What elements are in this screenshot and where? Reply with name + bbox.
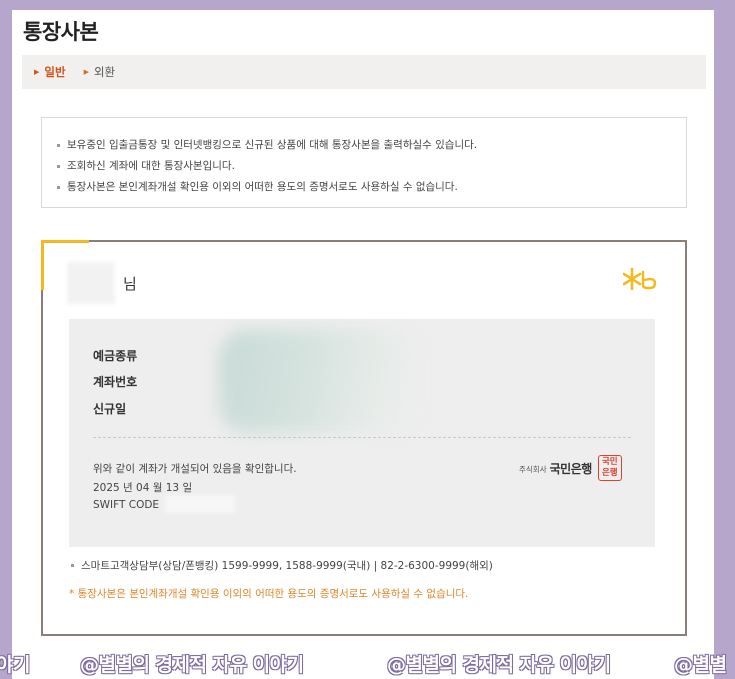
tab-bar: ▶ 일반 ▶ 외환 [22, 55, 706, 89]
tab-general[interactable]: ▶ 일반 [34, 64, 66, 80]
bank-seal: 국민 은행 [597, 455, 622, 481]
seal-line: 국민 [601, 457, 618, 467]
account-number-label: 계좌번호 [93, 375, 138, 389]
dashed-divider [93, 437, 631, 438]
watermark-text: @별별 [674, 654, 727, 676]
tab-foreign-exchange-label: 외환 [93, 65, 116, 79]
watermark-text: @별별의 경제적 자유 이야기 [387, 654, 611, 676]
kb-logo-icon [623, 268, 657, 290]
deposit-type-label: 예금종류 [93, 349, 138, 363]
bank-name: 국민은행 [549, 461, 593, 476]
confirmation-text: 위와 같이 계좌가 개설되어 있음을 확인합니다. [93, 463, 297, 475]
certificate-details: 예금종류 계좌번호 신규일 위와 같이 계좌가 개설되어 있음을 확인합니다. … [69, 319, 655, 547]
bankbook-certificate: 님 예금종류 계좌번호 신규일 위와 같이 계좌가 개설되어 있음을 확인합니다… [41, 240, 687, 636]
page-title: 통장사본 [23, 20, 99, 44]
notice-box: 보유중인 입출금통장 및 인터넷뱅킹으로 신규된 상품에 대해 통장사본을 출력… [41, 117, 687, 208]
contact-info: 스마트고객상담부(상담/폰뱅킹) 1599-9999, 1588-9999(국내… [71, 558, 493, 573]
content-panel: 통장사본 ▶ 일반 ▶ 외환 보유중인 입출금통장 및 인터넷뱅킹으로 신규된 … [12, 10, 714, 679]
bank-stamp: 주식회사 국민은행 국민 은행 [519, 455, 622, 481]
corp-prefix: 주식회사 [519, 465, 547, 474]
tab-foreign-exchange[interactable]: ▶ 외환 [84, 64, 116, 80]
seal-line: 은행 [601, 468, 618, 478]
notice-item: 조회하신 계좌에 대한 통장사본입니다. [57, 156, 686, 177]
watermark: 야기 @별별의 경제적 자유 이야기 @별별의 경제적 자유 이야기 @별별 [0, 650, 735, 679]
notice-item: 통장사본은 본인계좌개설 확인용 이외의 어떠한 용도의 증명서로도 사용하실 … [57, 177, 686, 198]
usage-warning: * 통장사본은 본인계좌개설 확인용 이외의 어떠한 용도의 증명서로도 사용하… [69, 588, 469, 600]
redacted-account-info [219, 329, 419, 433]
redacted-name [67, 262, 115, 304]
swift-code-label: SWIFT CODE [93, 499, 160, 511]
issue-date: 2025 년 04 월 13 일 [93, 482, 193, 494]
tab-general-label: 일반 [44, 65, 66, 79]
caret-right-icon: ▶ [83, 68, 89, 76]
redacted-swift-code [165, 495, 235, 513]
watermark-text: @별별의 경제적 자유 이야기 [80, 654, 304, 676]
caret-right-icon: ▶ [34, 68, 40, 76]
notice-item: 보유중인 입출금통장 및 인터넷뱅킹으로 신규된 상품에 대해 통장사본을 출력… [57, 135, 686, 156]
name-suffix: 님 [123, 275, 137, 293]
watermark-text: 야기 [0, 654, 30, 676]
opened-date-label: 신규일 [93, 402, 127, 416]
